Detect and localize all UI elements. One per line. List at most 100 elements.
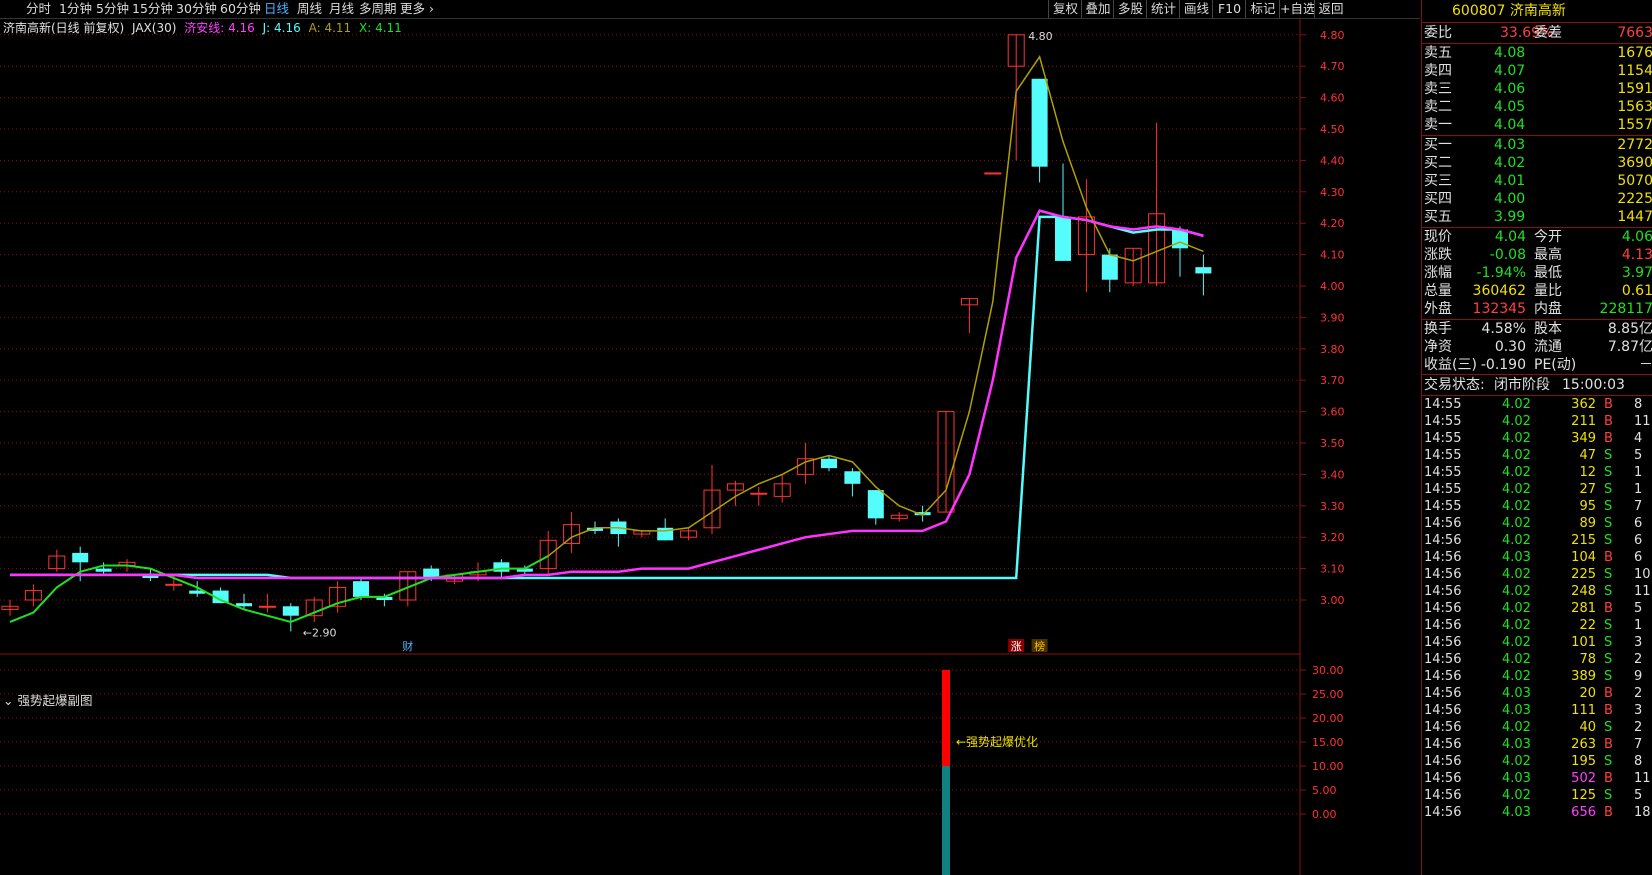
stat-value: 4.06 xyxy=(1621,229,1652,245)
fin-value: -0.190 xyxy=(1480,357,1526,373)
bid-vol: 2225 xyxy=(1617,191,1652,207)
price-tick-label: 3.80 xyxy=(1320,343,1345,356)
candle-body xyxy=(867,490,884,519)
toolbar-btn-4[interactable]: 画线 xyxy=(1179,0,1213,18)
tick-count: 5 xyxy=(1634,788,1643,803)
tick-volume: 211 xyxy=(1571,414,1596,429)
tick-count: 2 xyxy=(1634,686,1643,701)
fin-value: 7.87亿 xyxy=(1607,339,1652,355)
toolbar-btn-3[interactable]: 统计 xyxy=(1146,0,1180,18)
tick-price: 4.02 xyxy=(1502,618,1531,633)
tick-price: 4.02 xyxy=(1502,788,1531,803)
toolbar-btn-8[interactable]: 返回 xyxy=(1314,0,1347,18)
tick-side: S xyxy=(1604,448,1613,463)
tick-count: 8 xyxy=(1634,754,1643,769)
tick-time: 14:56 xyxy=(1424,567,1462,582)
stat-value: 4.04 xyxy=(1494,229,1526,245)
tick-time: 14:56 xyxy=(1424,516,1462,531)
toolbar-btn-2[interactable]: 多股 xyxy=(1113,0,1147,18)
period-4[interactable]: 30分钟 xyxy=(176,0,217,18)
stat-label: 涨幅 xyxy=(1424,265,1452,281)
tick-volume: 104 xyxy=(1571,550,1596,565)
sub-legend[interactable]: ⌄ 强势起爆副图 xyxy=(3,690,92,709)
price-tick-label: 3.50 xyxy=(1320,437,1345,450)
ask-vol: 1676 xyxy=(1617,45,1652,61)
tick-time: 14:56 xyxy=(1424,771,1462,786)
tick-time: 14:55 xyxy=(1424,499,1462,514)
fin-value: 4.58% xyxy=(1481,321,1526,337)
ask-vol: 1154 xyxy=(1617,63,1652,79)
collapse-icon[interactable]: ⌄ xyxy=(3,693,13,708)
tick-side: S xyxy=(1604,567,1613,582)
ask-row: 卖二 4.05 1563 xyxy=(1422,98,1652,117)
toolbar-btn-7[interactable]: +自选 xyxy=(1279,0,1315,18)
fin-value: 8.85亿 xyxy=(1607,321,1652,337)
tick-price: 4.02 xyxy=(1502,635,1531,650)
tick-price: 4.02 xyxy=(1502,482,1531,497)
tick-volume: 656 xyxy=(1571,805,1596,820)
tick-count: 3 xyxy=(1634,703,1643,718)
tick-side: B xyxy=(1604,737,1613,752)
period-3[interactable]: 15分钟 xyxy=(132,0,173,18)
marker-bang: 榜 xyxy=(1034,639,1045,653)
ask-label: 卖二 xyxy=(1424,99,1452,115)
period-10[interactable]: 更多 › xyxy=(400,0,434,18)
tick-price: 4.03 xyxy=(1502,703,1531,718)
candle-body xyxy=(72,552,89,563)
price-tick-label: 4.30 xyxy=(1320,186,1345,199)
price-tick-label: 3.90 xyxy=(1320,311,1345,324)
tick-row: 14:56 4.02 248 S 11 xyxy=(1422,583,1652,601)
tick-count: 5 xyxy=(1634,601,1643,616)
weicha-value: 7663 xyxy=(1617,25,1652,41)
fin-row: 换手 4.58% 股本 8.85亿 xyxy=(1422,320,1652,339)
tick-side: B xyxy=(1604,550,1613,565)
sub-tick-label: 5.00 xyxy=(1312,784,1337,797)
period-toolbar: 分时 1分钟 5分钟 15分钟 30分钟 60分钟 日线 周线 月线 多周期 更多 › 复权 叠加 多股统… xyxy=(0,0,1420,19)
legend-indicator[interactable]: JAX(30) xyxy=(132,21,176,35)
period-9[interactable]: 多周期 xyxy=(359,0,397,18)
tick-side: S xyxy=(1604,635,1613,650)
candle-body xyxy=(236,603,252,607)
stat-label: 今开 xyxy=(1534,229,1562,245)
sub-tick-label: 25.00 xyxy=(1312,688,1344,701)
stat-value: 228117 xyxy=(1599,301,1652,317)
tick-side: S xyxy=(1604,720,1613,735)
bid-label: 买四 xyxy=(1424,191,1452,207)
tick-side: S xyxy=(1604,788,1613,803)
tick-time: 14:56 xyxy=(1424,805,1462,820)
toolbar-btn-0[interactable]: 复权 xyxy=(1048,0,1082,18)
kline-chart[interactable]: 3.00 3.10 3.20 3.30 3.40 3.50 3.60 3.70 3.80 3.90… xyxy=(0,0,1420,875)
toolbar-btn-1[interactable]: 叠加 xyxy=(1081,0,1114,18)
stat-row: 现价 4.04 今开 4.06 xyxy=(1422,228,1652,247)
tick-side: B xyxy=(1604,805,1613,820)
period-6[interactable]: 日线 xyxy=(264,0,289,18)
bid-price: 4.00 xyxy=(1494,191,1526,207)
tick-row: 14:56 4.02 281 B 5 xyxy=(1422,600,1652,618)
tick-count: 18 xyxy=(1634,805,1651,820)
tick-price: 4.02 xyxy=(1502,431,1531,446)
tick-row: 14:56 4.02 125 S 5 xyxy=(1422,787,1652,805)
ask-vol: 1591 xyxy=(1617,81,1652,97)
toolbar-btn-6[interactable]: 标记 xyxy=(1245,0,1280,18)
status-value: 闭市阶段 xyxy=(1494,377,1550,393)
tick-price: 4.02 xyxy=(1502,533,1531,548)
period-0[interactable]: 分时 xyxy=(26,0,51,18)
tick-volume: 40 xyxy=(1579,720,1596,735)
tick-time: 14:56 xyxy=(1424,788,1462,803)
tick-price: 4.02 xyxy=(1502,397,1531,412)
period-2[interactable]: 5分钟 xyxy=(96,0,129,18)
toolbar-btn-5[interactable]: F10 xyxy=(1212,0,1246,18)
tick-time: 14:55 xyxy=(1424,397,1462,412)
quote-panel: 600807 济南高新 委比 33.69% 委差 7663 卖五 4.08 1676 卖四 4.0… xyxy=(1421,0,1652,875)
period-1[interactable]: 1分钟 xyxy=(59,0,92,18)
tick-volume: 215 xyxy=(1571,533,1596,548)
period-8[interactable]: 月线 xyxy=(329,0,354,18)
period-5[interactable]: 60分钟 xyxy=(220,0,261,18)
period-7[interactable]: 周线 xyxy=(297,0,322,18)
tick-time: 14:56 xyxy=(1424,703,1462,718)
tick-volume: 20 xyxy=(1579,686,1596,701)
tick-row: 14:56 4.02 389 S 9 xyxy=(1422,668,1652,686)
ask-label: 卖三 xyxy=(1424,81,1452,97)
bid-label: 买五 xyxy=(1424,209,1452,225)
tick-price: 4.02 xyxy=(1502,601,1531,616)
